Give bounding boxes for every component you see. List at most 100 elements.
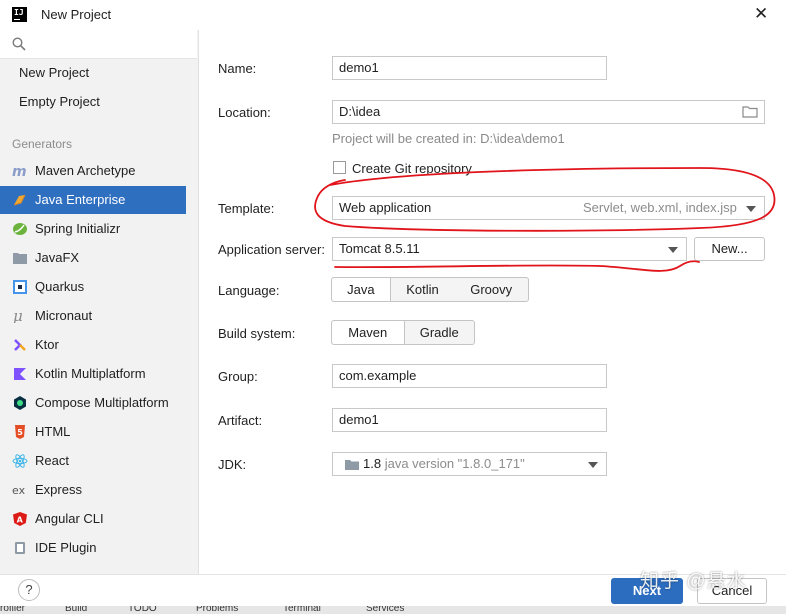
jdk-dropdown[interactable]: 1.8 java version "1.8.0_171" [332,452,607,476]
language-option-groovy[interactable]: Groovy [454,278,528,301]
chevron-down-icon [588,462,598,468]
micronaut-icon: μ [13,309,23,323]
sidebar-item-label: Spring Initializr [35,221,121,236]
sidebar-item-spring-initializr[interactable]: Spring Initializr [0,215,186,243]
git-checkbox[interactable] [333,161,346,174]
chevron-down-icon [746,206,756,212]
kotlin-icon [14,368,26,380]
sidebar-item-java-enterprise[interactable]: Java Enterprise [0,186,186,214]
build-system-label: Build system: [218,326,296,341]
sidebar-item-compose-multiplatform[interactable]: Compose Multiplatform [0,389,186,417]
sidebar-item-new-project[interactable]: New Project [0,59,186,87]
template-value: Web application [339,200,432,215]
search-icon [12,37,26,51]
app-server-dropdown[interactable]: Tomcat 8.5.11 [332,237,687,261]
statusbar-item[interactable]: TODO [128,606,157,614]
sidebar-item-angular-cli[interactable]: A Angular CLI [0,505,186,533]
name-label: Name: [218,61,257,76]
group-field[interactable]: com.example [332,364,607,388]
close-icon[interactable]: ✕ [754,4,768,24]
sidebar-item-label: React [35,453,69,468]
template-detail: Servlet, web.xml, index.jsp [583,200,737,215]
svg-text:ex: ex [12,484,26,497]
sidebar-item-micronaut[interactable]: μ Micronaut [0,302,186,330]
maven-icon: m [12,164,27,178]
jdk-version: 1.8 [363,456,382,471]
angular-icon: A [13,512,27,526]
name-field[interactable]: demo1 [332,56,607,80]
window-title: New Project [41,7,112,22]
folder-icon[interactable] [742,106,758,118]
sidebar-item-label: New Project [19,65,90,80]
statusbar-item[interactable]: Terminal [283,606,321,614]
sidebar-item-label: Java Enterprise [35,192,126,207]
sidebar-item-label: Compose Multiplatform [35,395,169,410]
sidebar-item-label: Empty Project [19,94,100,109]
spring-icon [13,223,27,235]
plugin-icon [15,542,25,554]
generators-header: Generators [12,137,73,151]
quarkus-icon [13,280,27,294]
statusbar-item[interactable]: rofiler [0,606,25,614]
location-label: Location: [218,105,271,120]
sidebar-item-empty-project[interactable]: Empty Project [0,88,186,116]
app-server-value: Tomcat 8.5.11 [339,241,420,256]
sidebar-item-maven-archetype[interactable]: m Maven Archetype [0,157,186,185]
build-option-maven[interactable]: Maven [332,321,405,344]
statusbar-item[interactable]: Problems [196,606,238,614]
location-field[interactable]: D:\idea [332,100,765,124]
sidebar-item-kotlin-multiplatform[interactable]: Kotlin Multiplatform [0,360,186,388]
watermark: 知乎 @悬水 [640,571,747,592]
sidebar-item-javafx[interactable]: JavaFX [0,244,186,272]
language-selector: Java Kotlin Groovy [331,277,529,302]
jdk-folder-icon [345,460,359,470]
sidebar-item-label: Maven Archetype [35,163,136,178]
sidebar-item-quarkus[interactable]: Quarkus [0,273,186,301]
sidebar-item-label: HTML [35,424,71,439]
build-option-gradle[interactable]: Gradle [405,321,475,344]
svg-text:5: 5 [17,428,23,437]
react-icon [12,454,28,468]
chevron-down-icon [668,247,678,253]
search-field[interactable] [0,30,197,59]
location-value: D:\idea [339,104,381,119]
language-option-kotlin[interactable]: Kotlin [391,278,455,301]
sidebar-item-react[interactable]: React [0,447,186,475]
sidebar-item-ide-plugin[interactable]: IDE Plugin [0,534,186,562]
jdk-detail: java version "1.8.0_171" [384,456,525,471]
sidebar-item-label: JavaFX [35,250,80,265]
sidebar-item-express[interactable]: ex Express [0,476,186,504]
sidebar-item-label: Angular CLI [35,511,104,526]
app-server-underline [334,260,700,272]
java-enterprise-icon [13,194,26,206]
title-bar: IJ New Project ✕ [0,0,786,30]
sidebar-item-label: IDE Plugin [35,540,97,555]
artifact-label: Artifact: [218,413,263,428]
sidebar-item-html[interactable]: 5 HTML [0,418,186,446]
sidebar-item-label: Micronaut [35,308,93,323]
help-button[interactable]: ? [18,579,40,601]
express-icon: ex [12,484,26,497]
location-hint: Project will be created in: D:\idea\demo… [332,131,565,146]
html5-icon: 5 [15,425,25,439]
language-option-java[interactable]: Java [332,278,391,301]
svg-text:A: A [17,516,24,525]
sidebar-item-label: Express [35,482,82,497]
artifact-field[interactable]: demo1 [332,408,607,432]
language-label: Language: [218,283,280,298]
sidebar-item-ktor[interactable]: Ktor [0,331,186,359]
template-label: Template: [218,201,275,216]
template-dropdown[interactable]: Web application Servlet, web.xml, index.… [332,196,765,220]
statusbar-item[interactable]: Build [65,606,87,614]
build-system-selector: Maven Gradle [331,320,475,345]
svg-text:μ: μ [13,309,23,323]
jdk-label: JDK: [218,457,247,472]
svg-text:m: m [12,164,27,178]
statusbar-item[interactable]: Services [366,606,404,614]
intellij-logo-icon: IJ [12,7,27,22]
sidebar-item-label: Ktor [35,337,59,352]
status-bar: rofiler Build TODO Problems Terminal Ser… [0,606,786,614]
git-label: Create Git repository [352,161,472,176]
new-server-button[interactable]: New... [694,237,765,261]
sidebar-item-label: Kotlin Multiplatform [35,366,146,381]
